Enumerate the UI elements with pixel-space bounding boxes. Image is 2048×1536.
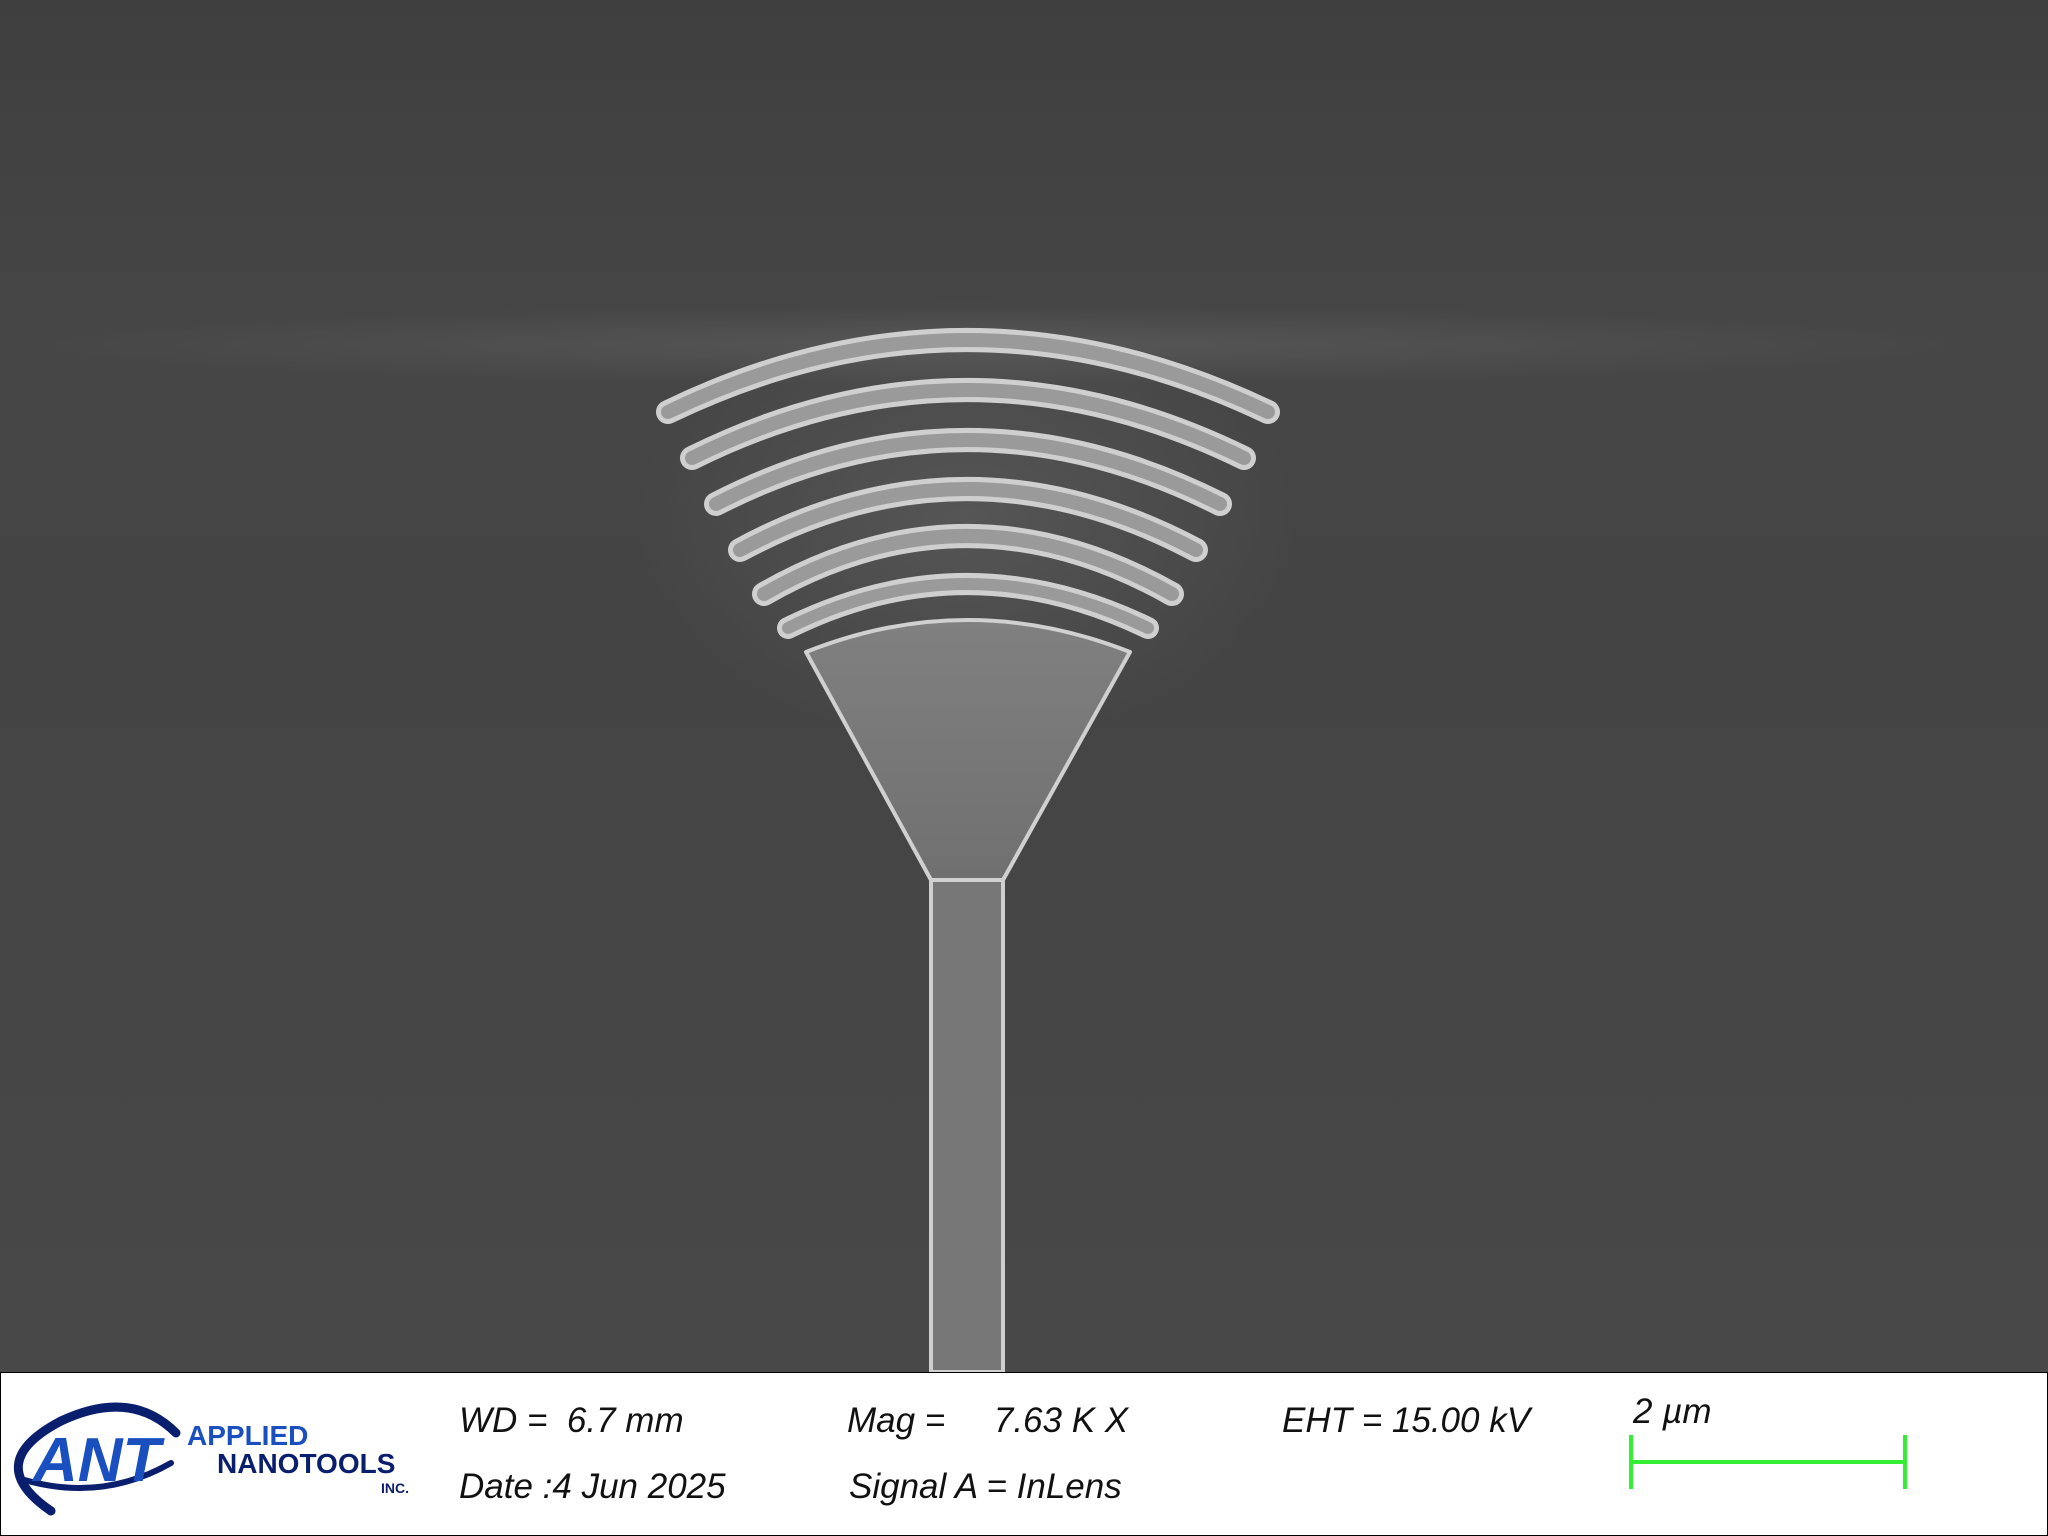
svg-text:NANOTOOLS: NANOTOOLS [217,1448,395,1479]
svg-text:INC.: INC. [381,1480,409,1496]
ant-logo-icon: ANT APPLIED NANOTOOLS INC. [13,1402,409,1516]
acquisition-date: Date :4 Jun 2025 [459,1467,726,1506]
accelerating-voltage: EHT = 15.00 kV [1282,1401,1531,1440]
scale-bar [1629,1435,1907,1489]
working-distance: WD = 6.7 mm [459,1401,684,1440]
scale-bar-label: 2 µm [1633,1392,1712,1431]
grating-teeth [656,328,1280,639]
svg-text:APPLIED: APPLIED [187,1420,308,1451]
company-logo: ANT APPLIED NANOTOOLS INC. [1,1393,431,1523]
magnification: Mag = 7.63 K X [847,1401,1129,1440]
waveguide [929,876,1005,1372]
grating-coupler-icon [0,0,2048,1372]
sem-image-area [0,0,2048,1372]
info-databar: ANT APPLIED NANOTOOLS INC. WD = 6.7 mm D… [0,1372,2048,1536]
svg-text:ANT: ANT [31,1426,166,1495]
sem-micrograph: ANT APPLIED NANOTOOLS INC. WD = 6.7 mm D… [0,0,2048,1536]
signal-detector: Signal A = InLens [849,1467,1122,1506]
